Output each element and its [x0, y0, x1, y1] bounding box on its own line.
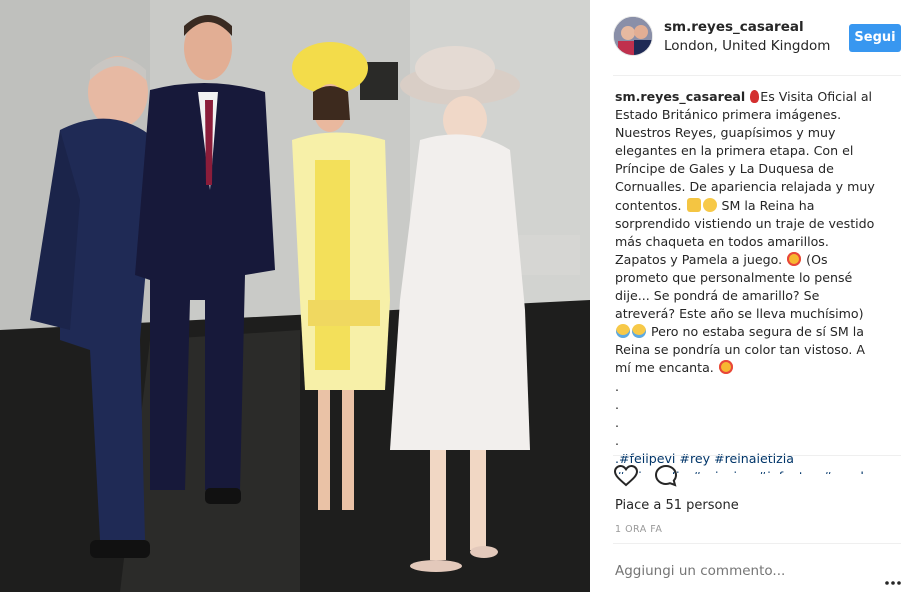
thumbs-up-emoji-icon	[686, 197, 701, 212]
likes-count[interactable]: Piace a 51 persone	[615, 498, 739, 513]
comment-input[interactable]	[615, 563, 865, 579]
heart-eyes-emoji-icon	[787, 251, 802, 266]
caption-dot: .	[615, 432, 620, 448]
heart-outline-icon[interactable]	[613, 463, 639, 489]
username-link[interactable]: sm.reyes_casareal	[664, 19, 804, 35]
header-divider	[613, 75, 901, 76]
heart-eyes-emoji-icon-2	[718, 360, 733, 375]
location-link[interactable]: London, United Kingdom	[664, 38, 830, 54]
caption-username-link[interactable]: sm.reyes_casareal	[615, 89, 745, 104]
pushpin-emoji-icon	[750, 90, 760, 103]
caption-dot: .	[615, 414, 620, 430]
post-timestamp[interactable]: 1 ORA FA	[615, 524, 662, 535]
post-photo[interactable]	[0, 0, 590, 592]
photo-scene	[0, 0, 590, 592]
avatar[interactable]	[613, 16, 653, 56]
caption-dot: .	[615, 378, 620, 394]
tears-of-joy-emoji-icon	[616, 324, 630, 339]
post-header: sm.reyes_casareal London, United Kingdom…	[601, 14, 901, 62]
post-caption: sm.reyes_casareal Es Visita Oficial al E…	[615, 88, 881, 474]
more-options-icon[interactable]	[885, 570, 901, 585]
caption-text-1: Es Visita Oficial al Estado Británico pr…	[615, 89, 875, 213]
smiling-emoji-icon	[702, 197, 717, 212]
comment-divider	[613, 543, 901, 544]
avatar-image	[614, 17, 652, 55]
caption-divider	[613, 455, 901, 456]
speech-bubble-icon[interactable]	[653, 463, 679, 489]
follow-button[interactable]: Segui	[849, 24, 901, 52]
tears-of-joy-emoji-icon-2	[632, 324, 646, 339]
post-sidebar: sm.reyes_casareal London, United Kingdom…	[601, 0, 905, 592]
caption-text-4: Pero no estaba segura de sí SM la Reina …	[615, 324, 865, 376]
caption-dot: .	[615, 396, 620, 412]
